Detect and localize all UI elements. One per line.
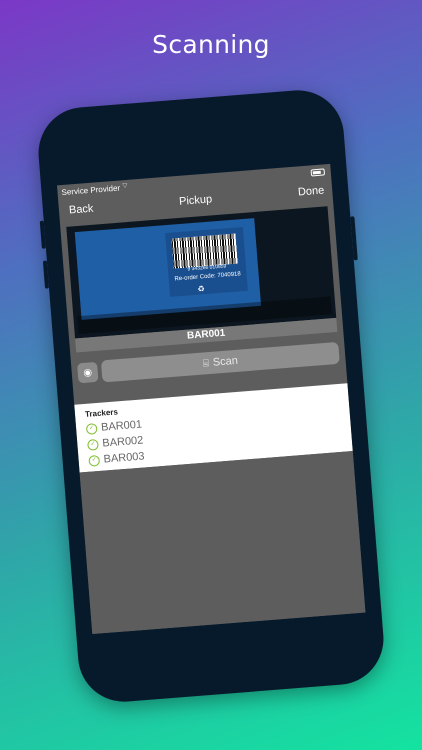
phone-screen: Service Provider ⌔ Back Pickup Done 9 34…	[57, 163, 366, 635]
battery-icon	[310, 168, 326, 177]
product-label: 9 343266 010859 Re-order Code: 7040918 ♻	[165, 226, 248, 297]
headline: Scanning	[152, 30, 270, 59]
recycle-icon: ♻	[197, 284, 206, 294]
trackers-header: Trackers	[84, 407, 119, 419]
camera-preview: 9 343266 010859 Re-order Code: 7040918 ♻	[66, 206, 337, 339]
eye-icon: ◉	[82, 366, 93, 379]
tracker-item[interactable]: ✓ BAR003	[88, 448, 145, 468]
tracker-label: BAR002	[101, 434, 144, 450]
scan-icon: ⌸	[202, 357, 210, 370]
phone-frame: Service Provider ⌔ Back Pickup Done 9 34…	[35, 86, 387, 706]
wifi-icon: ⌔	[120, 180, 130, 191]
empty-area	[79, 451, 366, 635]
scan-button[interactable]: ⌸ Scan	[100, 341, 340, 383]
done-button[interactable]: Done	[298, 185, 325, 199]
tracker-label: BAR001	[100, 418, 143, 434]
check-icon: ✓	[88, 454, 101, 467]
check-icon: ✓	[85, 422, 98, 435]
tracker-label: BAR003	[103, 450, 145, 466]
eye-toggle-button[interactable]: ◉	[77, 361, 99, 384]
check-icon: ✓	[87, 438, 99, 451]
scan-button-label: Scan	[212, 354, 239, 369]
